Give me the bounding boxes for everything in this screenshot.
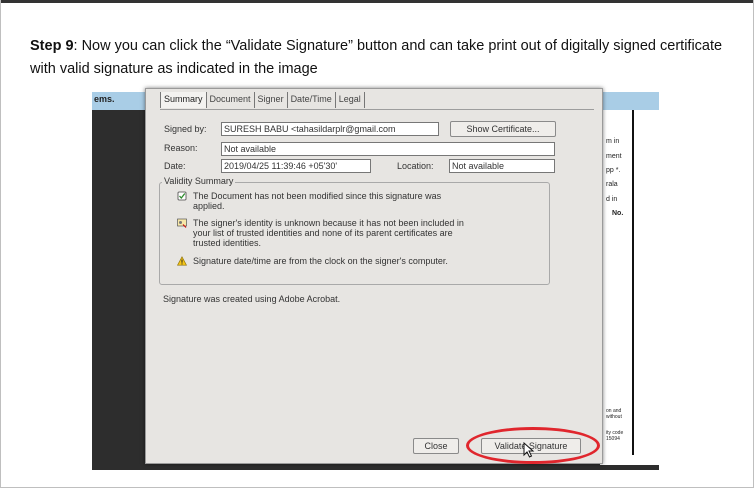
doc-snippet: without [606, 414, 622, 420]
location-label: Location: [397, 161, 434, 171]
show-certificate-button[interactable]: Show Certificate... [450, 121, 556, 137]
tab-date-time[interactable]: Date/Time [288, 92, 336, 108]
validity-line: Signature date/time are from the clock o… [193, 256, 448, 266]
location-field: Not available [449, 159, 555, 173]
doc-snippet: rala [606, 181, 618, 188]
date-field: 2019/04/25 11:39:46 +05'30' [221, 159, 371, 173]
tab-document[interactable]: Document [207, 92, 255, 108]
signature-note: Signature was created using Adobe Acroba… [163, 294, 341, 304]
close-button[interactable]: Close [413, 438, 459, 454]
screenshot-left-label: ems. [94, 94, 115, 104]
step-text: : Now you can click the “Validate Signat… [30, 38, 723, 77]
embedded-screenshot: ems. m in ment pp *. rala d in No. on an… [92, 88, 659, 470]
step-instruction: Step 9: Now you can click the “Validate … [30, 35, 730, 81]
signature-properties-dialog: Summary Document Signer Date/Time Legal … [145, 88, 603, 464]
document-unmodified-icon [177, 191, 187, 201]
validity-line: The Document has not been modified since… [193, 191, 442, 201]
doc-snippet: No. [612, 210, 624, 217]
tab-divider [160, 109, 594, 110]
validity-line: applied. [193, 201, 225, 211]
validity-line: trusted identities. [193, 238, 262, 248]
signed-by-label: Signed by: [164, 124, 207, 134]
validity-summary-title: Validity Summary [162, 176, 236, 186]
background-document-border [602, 110, 634, 455]
background-document: m in ment pp *. rala d in No. on and wit… [600, 110, 659, 465]
step-label: Step 9 [30, 38, 74, 54]
validity-line: The signer's identity is unknown because… [193, 218, 464, 228]
doc-snippet: d in [606, 196, 618, 203]
doc-snippet: m in [606, 138, 620, 145]
doc-snippet: pp *. [606, 167, 621, 174]
tab-bar: Summary Document Signer Date/Time Legal [160, 92, 365, 108]
date-label: Date: [164, 161, 186, 171]
warning-icon [177, 256, 187, 266]
tab-summary[interactable]: Summary [160, 92, 207, 108]
unknown-identity-icon [177, 218, 187, 228]
doc-snippet: 15094 [606, 436, 620, 442]
reason-field: Not available [221, 142, 555, 156]
validity-line: your list of trusted identities and none… [193, 228, 453, 238]
mouse-cursor-icon [523, 442, 535, 458]
signed-by-field: SURESH BABU <tahasildarplr@gmail.com [221, 122, 439, 136]
tab-legal[interactable]: Legal [336, 92, 365, 108]
doc-snippet: ment [606, 153, 622, 160]
reason-label: Reason: [164, 143, 198, 153]
tab-signer[interactable]: Signer [255, 92, 288, 108]
